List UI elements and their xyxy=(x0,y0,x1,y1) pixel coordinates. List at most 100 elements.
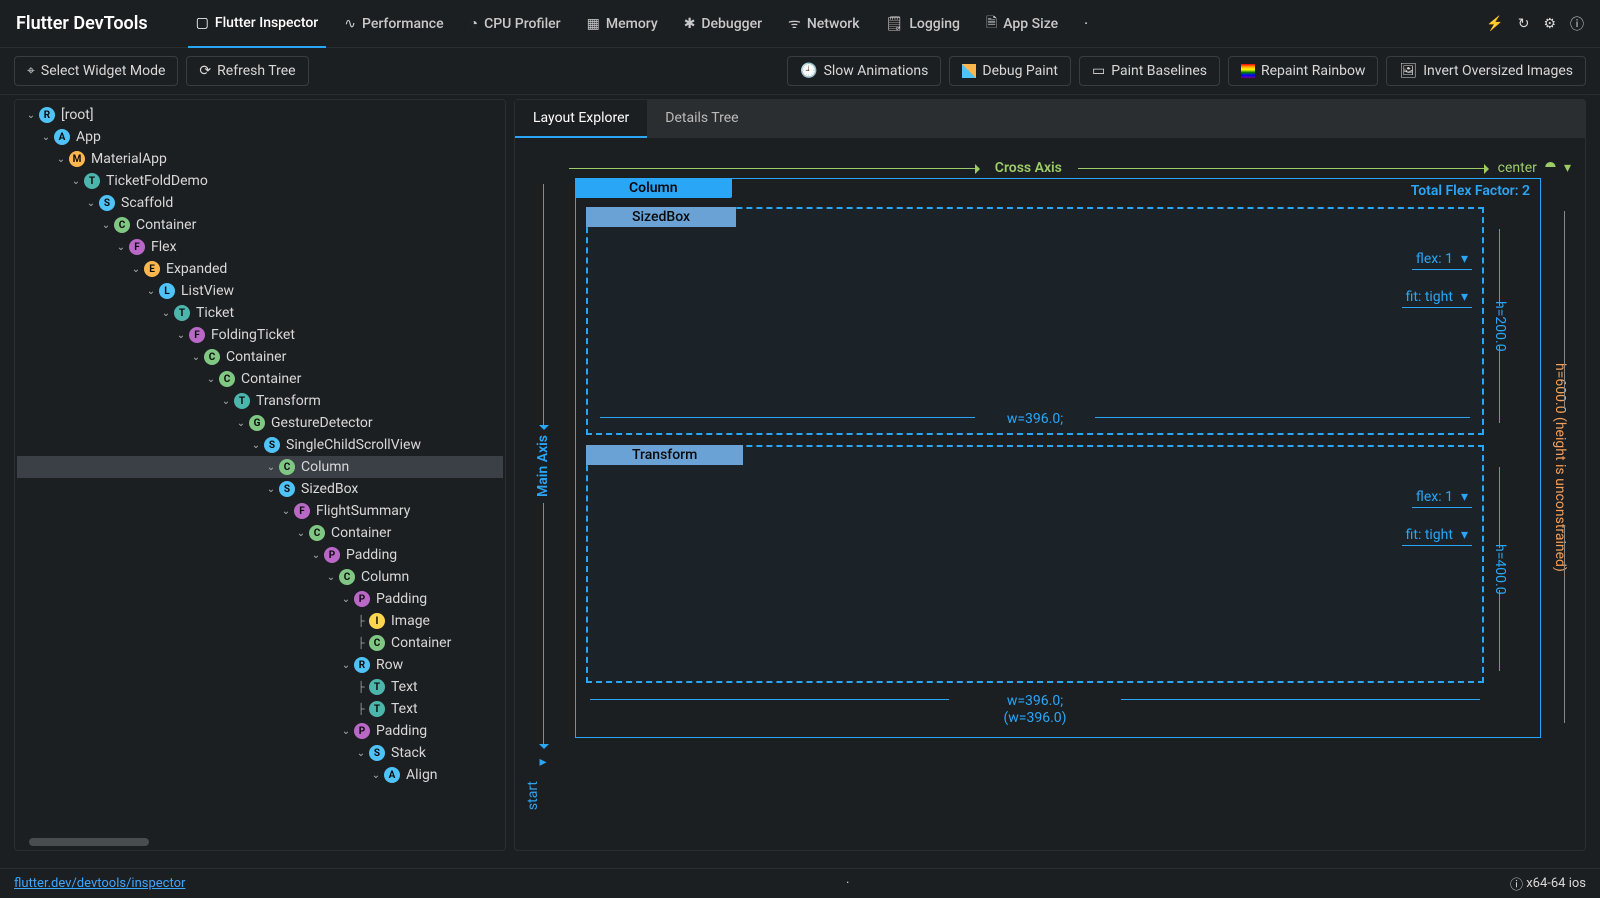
tab-performance[interactable]: ∿Performance xyxy=(336,0,451,48)
tree-node[interactable]: ⌄SScaffold xyxy=(17,192,503,214)
chevron-down-icon[interactable]: ⌄ xyxy=(370,770,382,781)
tree-node[interactable]: ⌄AApp xyxy=(17,126,503,148)
repaint-rainbow-button[interactable]: Repaint Rainbow xyxy=(1228,56,1378,86)
chevron-down-icon[interactable]: ⌄ xyxy=(250,440,262,451)
paint-baselines-button[interactable]: ▭Paint Baselines xyxy=(1079,56,1220,86)
tree-node[interactable]: ⌄TTransform xyxy=(17,390,503,412)
chevron-down-icon[interactable]: ⌄ xyxy=(310,550,322,561)
widget-badge: T xyxy=(369,679,385,695)
fit-select-2[interactable]: fit: tight▾ xyxy=(1402,525,1472,546)
refresh-tree-button[interactable]: ⟳Refresh Tree xyxy=(186,56,308,86)
flex-select-2[interactable]: flex: 1▾ xyxy=(1412,487,1472,508)
tree-node[interactable]: ⌄SStack xyxy=(17,742,503,764)
tab-cpu[interactable]: ◔CPU Profiler xyxy=(462,0,569,48)
docs-link[interactable]: flutter.dev/devtools/inspector xyxy=(14,876,185,891)
tree-leaf-icon[interactable]: ├ xyxy=(355,682,367,693)
tree-node[interactable]: ⌄SSingleChildScrollView xyxy=(17,434,503,456)
tree-leaf-icon[interactable]: ├ xyxy=(355,638,367,649)
tree-node[interactable]: ├TText xyxy=(17,676,503,698)
chevron-down-icon[interactable]: ⌄ xyxy=(325,572,337,583)
tree-node[interactable]: ⌄PPadding xyxy=(17,544,503,566)
main-axis-alignment-select[interactable]: start xyxy=(525,781,541,810)
tab-layout-explorer[interactable]: Layout Explorer xyxy=(515,100,647,138)
flex-select-1[interactable]: flex: 1▾ xyxy=(1412,249,1472,270)
tab-details-tree[interactable]: Details Tree xyxy=(647,100,756,138)
tree-node[interactable]: ⌄FFlightSummary xyxy=(17,500,503,522)
chevron-down-icon[interactable]: ⌄ xyxy=(340,594,352,605)
tab-network[interactable]: ᯤNetwork xyxy=(780,0,867,48)
tree-node[interactable]: ⌄R[root] xyxy=(17,104,503,126)
tab-debugger[interactable]: ✱Debugger xyxy=(676,0,770,48)
bolt-icon[interactable]: ⚡ xyxy=(1486,16,1503,32)
slow-animations-button[interactable]: 🕘Slow Animations xyxy=(787,56,941,86)
tree-node[interactable]: ⌄CContainer xyxy=(17,522,503,544)
chevron-down-icon[interactable]: ⌄ xyxy=(115,242,127,253)
chevron-down-icon[interactable]: ⌄ xyxy=(265,462,277,473)
tree-node[interactable]: ⌄TTicketFoldDemo xyxy=(17,170,503,192)
tree-node[interactable]: ⌄AAlign xyxy=(17,764,503,786)
chevron-down-icon[interactable]: ⌄ xyxy=(130,264,142,275)
tree-node[interactable]: ⌄GGestureDetector xyxy=(17,412,503,434)
chevron-down-icon[interactable]: ⌄ xyxy=(70,176,82,187)
history-icon[interactable]: ↻ xyxy=(1518,16,1530,32)
tree-node[interactable]: ⌄CColumn xyxy=(17,456,503,478)
chevron-down-icon[interactable]: ⌄ xyxy=(160,308,172,319)
chevron-down-icon[interactable]: ⌄ xyxy=(235,418,247,429)
chevron-down-icon: ▾ xyxy=(1564,160,1571,176)
child-sizedbox[interactable]: SizedBox flex: 1▾ fit: tight▾ w=396.0; h… xyxy=(586,207,1484,435)
debug-paint-button[interactable]: Debug Paint xyxy=(949,56,1071,86)
chevron-down-icon[interactable]: ⌄ xyxy=(145,286,157,297)
tree-node[interactable]: ⌄CContainer xyxy=(17,214,503,236)
tree-node[interactable]: ⌄PPadding xyxy=(17,720,503,742)
tree-node[interactable]: ├TText xyxy=(17,698,503,720)
child-transform[interactable]: Transform flex: 1▾ fit: tight▾ h=400.0 xyxy=(586,445,1484,683)
tree-leaf-icon[interactable]: ├ xyxy=(355,616,367,627)
tab-memory[interactable]: ▦Memory xyxy=(579,0,666,48)
tree-node[interactable]: ├CContainer xyxy=(17,632,503,654)
chevron-down-icon[interactable]: ⌄ xyxy=(340,660,352,671)
tab-logging[interactable]: 🗒Logging xyxy=(878,0,968,48)
tree-node[interactable]: ⌄FFlex xyxy=(17,236,503,258)
chevron-down-icon[interactable]: ⌄ xyxy=(100,220,112,231)
select-widget-button[interactable]: ⌖Select Widget Mode xyxy=(14,56,178,86)
widget-tree-panel[interactable]: ⌄R[root]⌄AApp⌄MMaterialApp⌄TTicketFoldDe… xyxy=(14,99,506,851)
tree-scrollbar[interactable] xyxy=(29,838,149,846)
app-header: Flutter DevTools ▢Flutter Inspector ∿Per… xyxy=(0,0,1600,48)
cross-axis-alignment-select[interactable]: center ⯊ ▾ xyxy=(1498,160,1571,176)
tree-node[interactable]: ⌄SSizedBox xyxy=(17,478,503,500)
tree-node[interactable]: ⌄CColumn xyxy=(17,566,503,588)
tab-more[interactable]: · xyxy=(1076,0,1096,48)
settings-icon[interactable]: ⚙ xyxy=(1543,16,1556,32)
tree-node[interactable]: ⌄CContainer xyxy=(17,346,503,368)
tree-node[interactable]: ⌄FFoldingTicket xyxy=(17,324,503,346)
tree-node[interactable]: ⌄MMaterialApp xyxy=(17,148,503,170)
tree-node[interactable]: ⌄LListView xyxy=(17,280,503,302)
tree-node-label: FoldingTicket xyxy=(211,327,295,343)
tree-node[interactable]: ⌄RRow xyxy=(17,654,503,676)
fit-select-1[interactable]: fit: tight▾ xyxy=(1402,287,1472,308)
tab-inspector[interactable]: ▢Flutter Inspector xyxy=(188,0,327,48)
invert-images-button[interactable]: 🖼Invert Oversized Images xyxy=(1386,56,1586,86)
tree-node-label: Container xyxy=(241,371,301,387)
chevron-down-icon[interactable]: ⌄ xyxy=(220,396,232,407)
tree-leaf-icon[interactable]: ├ xyxy=(355,704,367,715)
chevron-down-icon[interactable]: ⌄ xyxy=(280,506,292,517)
chevron-down-icon[interactable]: ⌄ xyxy=(55,154,67,165)
tab-appsize[interactable]: 🗎App Size xyxy=(978,0,1066,48)
chevron-down-icon[interactable]: ⌄ xyxy=(340,726,352,737)
tree-node[interactable]: ⌄EExpanded xyxy=(17,258,503,280)
tree-node[interactable]: ⌄PPadding xyxy=(17,588,503,610)
chevron-down-icon[interactable]: ⌄ xyxy=(295,528,307,539)
tree-node[interactable]: ⌄CContainer xyxy=(17,368,503,390)
tree-node[interactable]: ├IImage xyxy=(17,610,503,632)
tree-node[interactable]: ⌄TTicket xyxy=(17,302,503,324)
chevron-down-icon[interactable]: ⌄ xyxy=(25,110,37,121)
help-icon[interactable]: ⓘ xyxy=(1570,14,1584,34)
chevron-down-icon[interactable]: ⌄ xyxy=(175,330,187,341)
chevron-down-icon[interactable]: ⌄ xyxy=(40,132,52,143)
chevron-down-icon[interactable]: ⌄ xyxy=(265,484,277,495)
chevron-down-icon[interactable]: ⌄ xyxy=(190,352,202,363)
chevron-down-icon[interactable]: ⌄ xyxy=(205,374,217,385)
chevron-down-icon[interactable]: ⌄ xyxy=(85,198,97,209)
chevron-down-icon[interactable]: ⌄ xyxy=(355,748,367,759)
